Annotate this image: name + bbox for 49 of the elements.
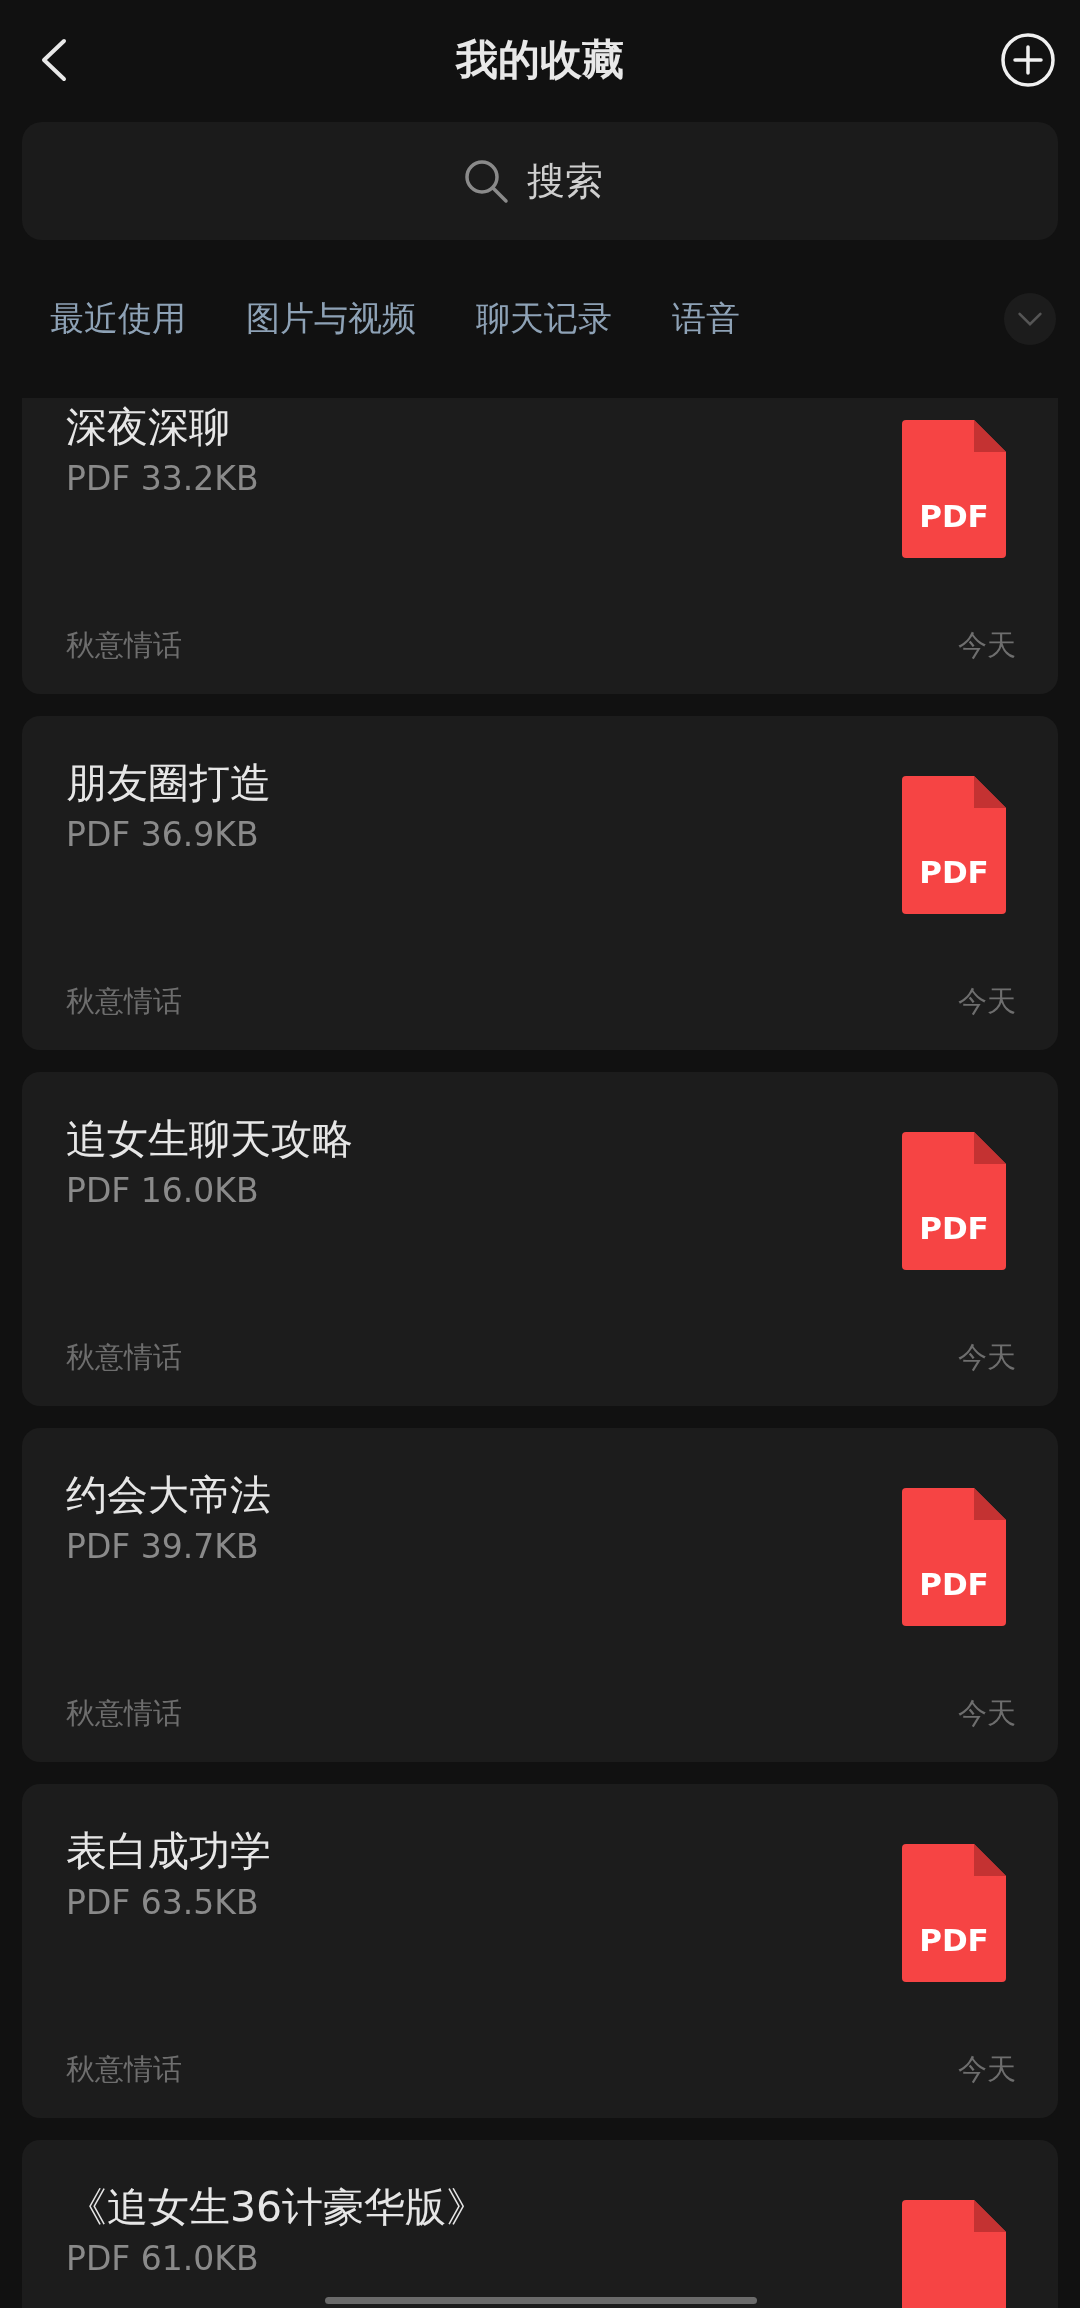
file-title: 约会大帝法: [66, 1470, 271, 1521]
file-title: 朋友圈打造: [66, 758, 271, 809]
file-source: 秋意情话: [66, 1339, 182, 1376]
file-size: PDF 33.2KB: [66, 458, 259, 500]
category-tab[interactable]: 语音: [672, 296, 740, 342]
search-icon: [463, 158, 509, 204]
saved-date: 今天: [958, 627, 1016, 664]
page-title: 我的收藏: [456, 34, 624, 86]
favorite-file-card[interactable]: 表白成功学 PDF 63.5KB PDF 秋意情话 今天: [22, 1784, 1058, 2118]
file-title: 深夜深聊: [66, 402, 231, 453]
file-source: 秋意情话: [66, 627, 182, 664]
favorite-file-card[interactable]: 约会大帝法 PDF 39.7KB PDF 秋意情话 今天: [22, 1428, 1058, 1762]
file-size: PDF 16.0KB: [66, 1170, 260, 1212]
saved-date: 今天: [958, 983, 1016, 1020]
document-icon: [902, 1488, 1006, 1626]
file-title: 表白成功学: [66, 1826, 271, 1877]
file-size: PDF 36.9KB: [66, 814, 260, 856]
category-tab[interactable]: 聊天记录: [476, 296, 612, 342]
file-size: PDF 63.5KB: [66, 1882, 260, 1924]
file-title: 追女生聊天攻略: [66, 1114, 353, 1165]
favorite-file-card[interactable]: 追女生聊天攻略 PDF 16.0KB PDF 秋意情话 今天: [22, 1072, 1058, 1406]
add-icon[interactable]: [1000, 32, 1056, 88]
file-type-label: PDF: [918, 1210, 990, 1246]
favorite-file-card[interactable]: 深夜深聊 PDF 33.2KB PDF 秋意情话 今天: [22, 398, 1058, 694]
file-type-label: PDF: [918, 854, 990, 890]
file-type-label: PDF: [918, 1922, 990, 1958]
document-icon: [902, 2200, 1006, 2308]
document-icon: [902, 1132, 1006, 1270]
chevron-down-icon: [1017, 311, 1043, 327]
file-source: 秋意情话: [66, 983, 182, 1020]
document-icon: [902, 776, 1006, 914]
document-icon: [902, 420, 1006, 558]
document-icon: [902, 1844, 1006, 1982]
saved-date: 今天: [958, 2051, 1016, 2088]
file-source: 秋意情话: [66, 1695, 182, 1732]
saved-date: 今天: [958, 1339, 1016, 1376]
file-size: PDF 39.7KB: [66, 1526, 260, 1568]
search-bar[interactable]: 搜索: [22, 122, 1058, 240]
file-title: 《追女生36计豪华版》: [66, 2182, 488, 2233]
saved-date: 今天: [958, 1695, 1016, 1732]
file-type-label: PDF: [918, 498, 990, 534]
favorite-file-card[interactable]: 朋友圈打造 PDF 36.9KB PDF 秋意情话 今天: [22, 716, 1058, 1050]
file-size: PDF 61.0KB: [66, 2238, 260, 2280]
category-tab[interactable]: 最近使用: [50, 296, 186, 342]
category-tab[interactable]: 图片与视频: [246, 296, 416, 342]
file-source: 秋意情话: [66, 2051, 182, 2088]
search-input[interactable]: 搜索: [527, 159, 617, 203]
file-type-label: PDF: [918, 1566, 990, 1602]
favorite-file-card[interactable]: 《追女生36计豪华版》 PDF 61.0KB: [22, 2140, 1058, 2308]
